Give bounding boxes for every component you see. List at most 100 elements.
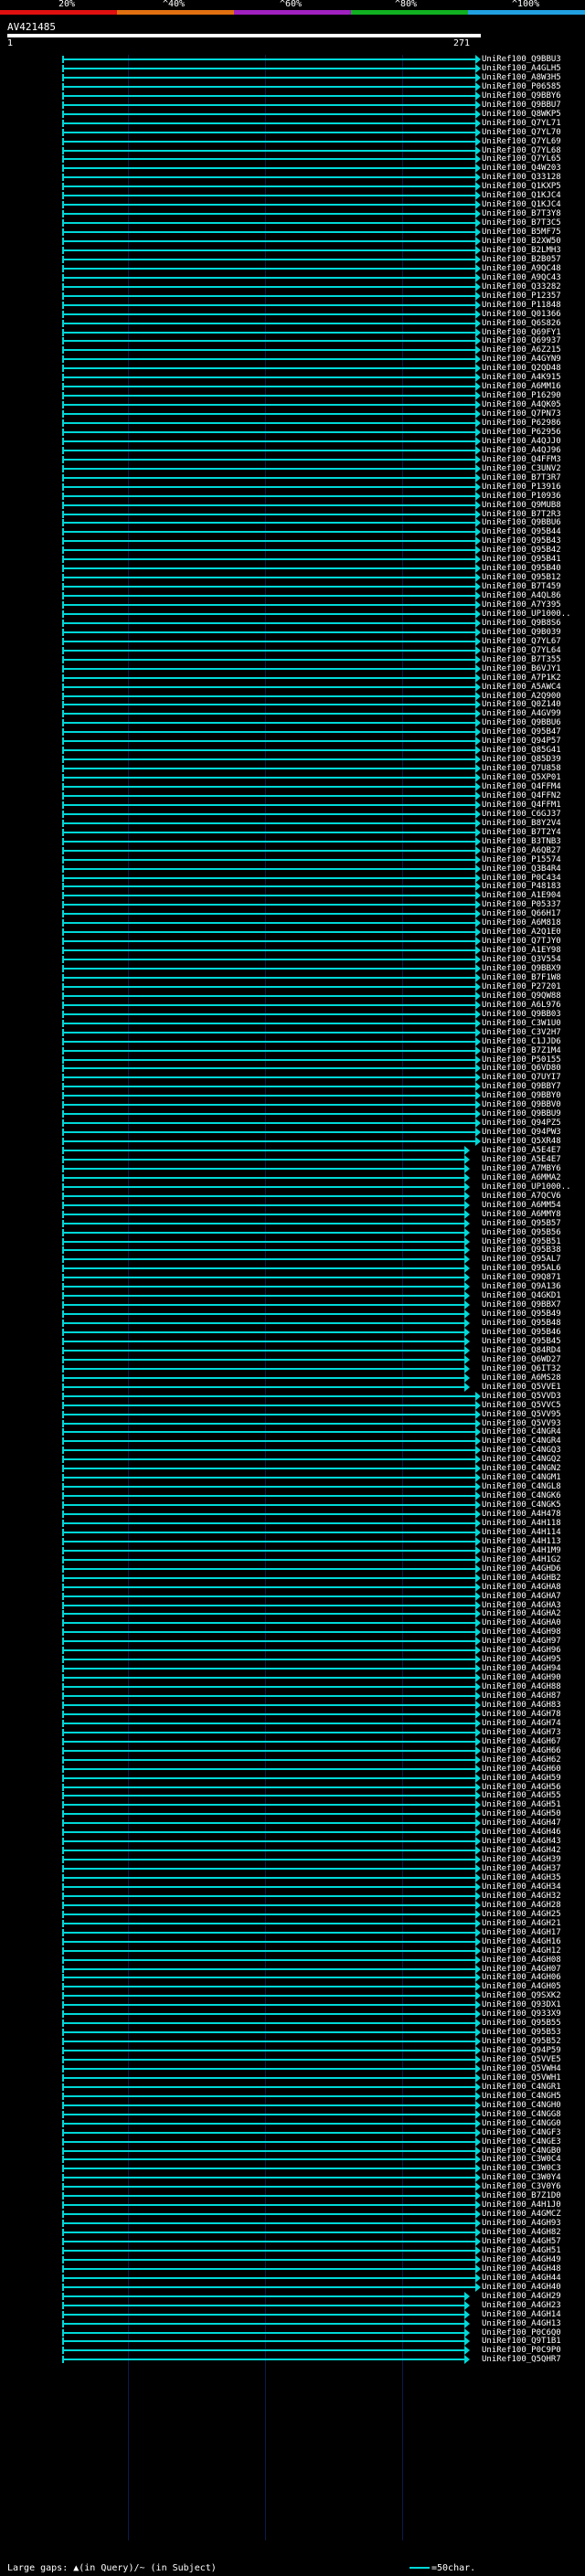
hit-row[interactable]: UniRef100_Q95B47 <box>0 727 585 737</box>
hit-row[interactable]: UniRef100_A4QJ96 <box>0 445 585 455</box>
hit-label[interactable]: UniRef100_A4GH46 <box>482 1828 561 1837</box>
hit-row[interactable]: UniRef100_Q95B42 <box>0 546 585 556</box>
hit-label[interactable]: UniRef100_A4QL86 <box>482 591 561 600</box>
hit-row[interactable]: UniRef100_A4GV99 <box>0 709 585 719</box>
hit-label[interactable]: UniRef100_A4GH90 <box>482 1673 561 1682</box>
hit-row[interactable]: UniRef100_A4GH90 <box>0 1673 585 1683</box>
hit-label[interactable]: UniRef100_Q66H17 <box>482 909 561 918</box>
hit-label[interactable]: UniRef100_Q5VVC5 <box>482 1401 561 1410</box>
hit-row[interactable]: UniRef100_A4QJJ0 <box>0 436 585 446</box>
hit-row[interactable]: UniRef100_Q9Q871 <box>0 1273 585 1283</box>
hit-row[interactable]: UniRef100_B2LMH3 <box>0 245 585 255</box>
hit-label[interactable]: UniRef100_Q95B55 <box>482 2019 561 2028</box>
hit-label[interactable]: UniRef100_A4GYN9 <box>482 355 561 364</box>
hit-label[interactable]: UniRef100_A4GH06 <box>482 1973 561 1982</box>
hit-row[interactable]: UniRef100_P16290 <box>0 391 585 401</box>
hit-row[interactable]: UniRef100_A4GH07 <box>0 1964 585 1974</box>
hit-label[interactable]: UniRef100_Q95B53 <box>482 2028 561 2037</box>
hit-row[interactable]: UniRef100_C4NGE3 <box>0 2136 585 2147</box>
hit-row[interactable]: UniRef100_Q9BBY6 <box>0 90 585 101</box>
hit-label[interactable]: UniRef100_P06585 <box>482 82 561 91</box>
hit-label[interactable]: UniRef100_Q4FFM1 <box>482 800 561 810</box>
hit-label[interactable]: UniRef100_Q94PZ5 <box>482 1118 561 1128</box>
hit-label[interactable]: UniRef100_Q7PN73 <box>482 409 561 419</box>
hit-row[interactable]: UniRef100_A4GH88 <box>0 1682 585 1692</box>
hit-label[interactable]: UniRef100_Q5VWH1 <box>482 2073 561 2083</box>
hit-row[interactable]: UniRef100_A4GH39 <box>0 1855 585 1865</box>
hit-row[interactable]: UniRef100_A6L976 <box>0 1000 585 1010</box>
hit-label[interactable]: UniRef100_B7F1W8 <box>482 973 561 982</box>
hit-label[interactable]: UniRef100_C4NGG0 <box>482 2119 561 2128</box>
hit-label[interactable]: UniRef100_Q5VVE5 <box>482 2055 561 2064</box>
hit-row[interactable]: UniRef100_Q9T1B1 <box>0 2337 585 2347</box>
hit-label[interactable]: UniRef100_Q7UYI7 <box>482 1073 561 1082</box>
hit-label[interactable]: UniRef100_A6MMY8 <box>482 1210 561 1219</box>
hit-label[interactable]: UniRef100_A4GLH5 <box>482 64 561 73</box>
hit-label[interactable]: UniRef100_Q95B42 <box>482 546 561 555</box>
hit-row[interactable]: UniRef100_A4GH46 <box>0 1828 585 1838</box>
hit-row[interactable]: UniRef100_Q9BBU6 <box>0 718 585 728</box>
hit-label[interactable]: UniRef100_Q95B57 <box>482 1219 561 1228</box>
hit-label[interactable]: UniRef100_Q4FFM3 <box>482 455 561 464</box>
hit-row[interactable]: UniRef100_Q95B44 <box>0 527 585 537</box>
hit-label[interactable]: UniRef100_B7T3C5 <box>482 218 561 228</box>
hit-label[interactable]: UniRef100_A4H1J0 <box>482 2200 561 2210</box>
hit-row[interactable]: UniRef100_Q4W203 <box>0 164 585 174</box>
hit-label[interactable]: UniRef100_P27201 <box>482 982 561 991</box>
hit-row[interactable]: UniRef100_Q4FFM3 <box>0 454 585 464</box>
hit-row[interactable]: UniRef100_Q9BBU3 <box>0 55 585 64</box>
hit-row[interactable]: UniRef100_A4GH94 <box>0 1664 585 1674</box>
hit-label[interactable]: UniRef100_Q95B45 <box>482 1337 561 1346</box>
hit-label[interactable]: UniRef100_A6Z215 <box>482 345 561 355</box>
hit-row[interactable]: UniRef100_Q9BB03 <box>0 1009 585 1019</box>
hit-row[interactable]: UniRef100_A4GH67 <box>0 1736 585 1746</box>
hit-row[interactable]: UniRef100_B7T2R3 <box>0 509 585 519</box>
hit-label[interactable]: UniRef100_Q9B039 <box>482 628 561 637</box>
hit-row[interactable]: UniRef100_A4GH98 <box>0 1627 585 1638</box>
hit-label[interactable]: UniRef100_A4GH83 <box>482 1701 561 1710</box>
hit-row[interactable]: UniRef100_A4GH78 <box>0 1709 585 1719</box>
hit-row[interactable]: UniRef100_P10936 <box>0 491 585 501</box>
hit-label[interactable]: UniRef100_P0C9P0 <box>482 2346 561 2355</box>
hit-row[interactable]: UniRef100_Q7YL67 <box>0 636 585 646</box>
hit-label[interactable]: UniRef100_Q8WKP5 <box>482 110 561 119</box>
hit-label[interactable]: UniRef100_Q95B51 <box>482 1237 561 1246</box>
hit-row[interactable]: UniRef100_B7T459 <box>0 582 585 592</box>
hit-label[interactable]: UniRef100_Q4FFM4 <box>482 782 561 791</box>
hit-label[interactable]: UniRef100_Q94PW3 <box>482 1128 561 1137</box>
hit-label[interactable]: UniRef100_A4GH51 <box>482 1800 561 1809</box>
hit-label[interactable]: UniRef100_Q9QW88 <box>482 991 561 1001</box>
hit-row[interactable]: UniRef100_A9QC43 <box>0 272 585 282</box>
hit-row[interactable]: UniRef100_P0C6Q0 <box>0 2327 585 2337</box>
hit-row[interactable]: UniRef100_Q7U858 <box>0 764 585 774</box>
hit-label[interactable]: UniRef100_P0C6Q0 <box>482 2328 561 2337</box>
hit-row[interactable]: UniRef100_A4GH73 <box>0 1727 585 1737</box>
hit-row[interactable]: UniRef100_A4GH43 <box>0 1837 585 1847</box>
hit-label[interactable]: UniRef100_A4K915 <box>482 373 561 382</box>
hit-label[interactable]: UniRef100_Q9BBV0 <box>482 1100 561 1109</box>
hit-row[interactable]: UniRef100_C4NGR4 <box>0 1427 585 1437</box>
hit-label[interactable]: UniRef100_B7T355 <box>482 655 561 664</box>
hit-label[interactable]: UniRef100_Q9B8S6 <box>482 619 561 628</box>
hit-row[interactable]: UniRef100_C4NGQ3 <box>0 1446 585 1456</box>
hit-row[interactable]: UniRef100_C4NGR4 <box>0 1436 585 1447</box>
hit-label[interactable]: UniRef100_Q7YL71 <box>482 119 561 128</box>
hit-label[interactable]: UniRef100_P13916 <box>482 482 561 492</box>
hit-row[interactable]: UniRef100_C4NGR1 <box>0 2082 585 2092</box>
hit-row[interactable]: UniRef100_Q3V554 <box>0 955 585 965</box>
hit-label[interactable]: UniRef100_C3W1U0 <box>482 1019 561 1028</box>
hit-row[interactable]: UniRef100_C4NGK5 <box>0 1500 585 1511</box>
hit-label[interactable]: UniRef100_Q95AL7 <box>482 1255 561 1264</box>
hit-label[interactable]: UniRef100_A6M818 <box>482 918 561 928</box>
hit-row[interactable]: UniRef100_B3TNB3 <box>0 836 585 846</box>
hit-label[interactable]: UniRef100_A4GH60 <box>482 1765 561 1774</box>
hit-row[interactable]: UniRef100_A4GH48 <box>0 2263 585 2274</box>
hit-label[interactable]: UniRef100_B2XW50 <box>482 237 561 246</box>
hit-label[interactable]: UniRef100_A9QC48 <box>482 264 561 273</box>
hit-label[interactable]: UniRef100_Q85D39 <box>482 755 561 764</box>
hit-label[interactable]: UniRef100_A4GH57 <box>482 2237 561 2246</box>
hit-label[interactable]: UniRef100_Q95B12 <box>482 573 561 582</box>
hit-label[interactable]: UniRef100_Q33282 <box>482 282 561 292</box>
hit-label[interactable]: UniRef100_A2Q900 <box>482 692 561 701</box>
hit-row[interactable]: UniRef100_Q33128 <box>0 173 585 183</box>
